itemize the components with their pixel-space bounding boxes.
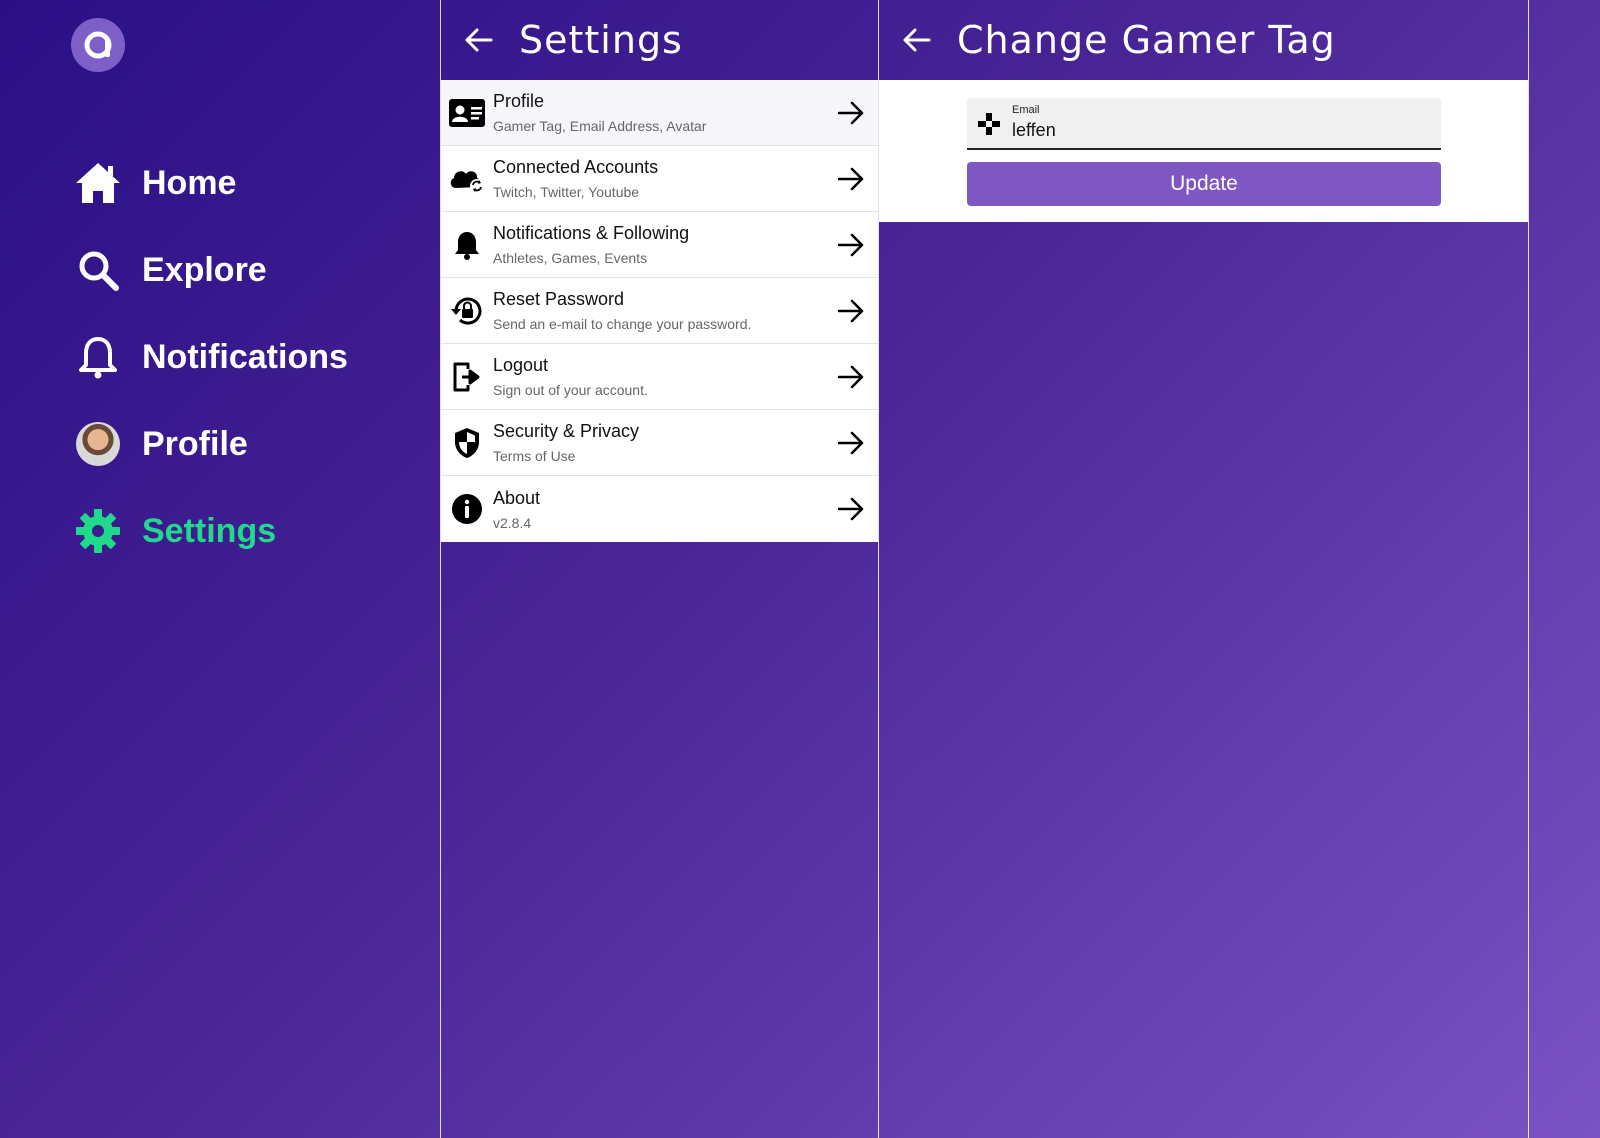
arrow-right-icon <box>836 299 866 323</box>
settings-item-subtitle: Twitch, Twitter, Youtube <box>493 184 640 200</box>
gamepad-icon <box>977 112 1001 141</box>
arrow-right-icon <box>836 365 866 389</box>
settings-list: Profile Gamer Tag, Email Address, Avatar… <box>441 80 878 542</box>
gamer-tag-back-button[interactable] <box>897 20 937 60</box>
avatar <box>76 422 120 466</box>
nav-item-label: Notifications <box>142 337 348 376</box>
settings-item-subtitle: Send an e-mail to change your password. <box>493 316 752 332</box>
settings-back-button[interactable] <box>459 20 499 60</box>
update-button[interactable]: Update <box>967 162 1441 206</box>
settings-header: Settings <box>441 0 878 80</box>
settings-item-connected-accounts[interactable]: Connected Accounts Twitch, Twitter, Yout… <box>441 146 878 212</box>
settings-item-subtitle: Sign out of your account. <box>493 382 648 398</box>
nav-item-label: Profile <box>142 424 248 463</box>
nav-item-label: Explore <box>142 250 267 289</box>
settings-item-title: Logout <box>493 355 549 375</box>
gamer-tag-input[interactable]: Email leffen <box>967 98 1441 150</box>
settings-panel: Settings Profile Gamer Tag, Email Addres… <box>440 0 879 1138</box>
nav-item-home[interactable]: Home <box>74 158 236 208</box>
cloud-sync-icon <box>441 164 493 194</box>
nav-item-label: Settings <box>142 511 277 550</box>
bell-icon <box>441 230 493 260</box>
lock-reset-icon <box>441 295 493 327</box>
nav-item-settings[interactable]: Settings <box>74 506 276 556</box>
arrow-right-icon <box>836 101 866 125</box>
shield-icon <box>441 427 493 459</box>
gamer-tag-form: Email leffen Update <box>879 80 1528 222</box>
arrow-right-icon <box>836 233 866 257</box>
logo-icon <box>84 31 112 59</box>
arrow-right-icon <box>836 431 866 455</box>
app-logo[interactable] <box>71 18 125 72</box>
settings-item-title: Reset Password <box>493 289 625 309</box>
settings-item-notifications[interactable]: Notifications & Following Athletes, Game… <box>441 212 878 278</box>
page-title: Change Gamer Tag <box>957 18 1336 62</box>
settings-item-reset-password[interactable]: Reset Password Send an e-mail to change … <box>441 278 878 344</box>
settings-item-subtitle: Gamer Tag, Email Address, Avatar <box>493 118 707 134</box>
nav-item-notifications[interactable]: Notifications <box>74 332 348 382</box>
settings-item-title: Security & Privacy <box>493 421 640 441</box>
arrow-right-icon <box>836 167 866 191</box>
gamer-tag-header: Change Gamer Tag <box>879 0 1528 80</box>
arrow-right-icon <box>836 497 866 521</box>
gear-icon <box>74 507 122 555</box>
settings-item-about[interactable]: About v2.8.4 <box>441 476 878 542</box>
settings-item-subtitle: Athletes, Games, Events <box>493 250 648 266</box>
search-icon <box>74 246 122 294</box>
nav-item-profile[interactable]: Profile <box>74 419 248 469</box>
bell-icon <box>74 333 122 381</box>
settings-item-subtitle: Terms of Use <box>493 448 576 464</box>
settings-item-subtitle: v2.8.4 <box>493 514 532 531</box>
settings-item-title: Notifications & Following <box>493 223 690 243</box>
settings-item-profile[interactable]: Profile Gamer Tag, Email Address, Avatar <box>441 80 878 146</box>
page-title: Settings <box>519 18 683 62</box>
change-gamer-tag-panel: Change Gamer Tag Email leffen Update <box>879 0 1529 1138</box>
field-value[interactable]: leffen <box>1012 120 1056 141</box>
settings-item-title: About <box>493 487 541 508</box>
logout-icon <box>441 361 493 393</box>
arrow-left-icon <box>903 28 931 52</box>
home-icon <box>74 159 122 207</box>
settings-item-logout[interactable]: Logout Sign out of your account. <box>441 344 878 410</box>
settings-item-title: Connected Accounts <box>493 157 659 177</box>
settings-item-security[interactable]: Security & Privacy Terms of Use <box>441 410 878 476</box>
settings-item-title: Profile <box>493 91 545 111</box>
main-nav: Home Explore Notifications Profile Setti… <box>0 0 440 1138</box>
nav-item-label: Home <box>142 163 237 202</box>
field-label: Email <box>1012 104 1040 116</box>
id-card-icon <box>441 98 493 127</box>
info-icon <box>441 493 493 525</box>
arrow-left-icon <box>465 28 493 52</box>
nav-item-explore[interactable]: Explore <box>74 245 267 295</box>
